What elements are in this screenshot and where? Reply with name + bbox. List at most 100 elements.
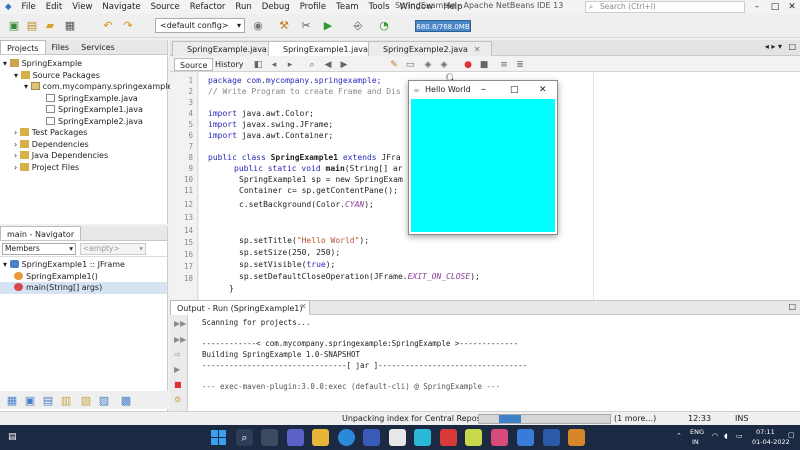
close-icon[interactable]: ✕ [474, 45, 481, 54]
inner-classes-icon[interactable]: ▧ [78, 393, 94, 409]
tree-item-java-dependencies[interactable]: › Java Dependencies [0, 150, 167, 162]
hello-world-titlebar[interactable]: ☕ Hello World – □ ✕ [409, 81, 557, 99]
clean-build-icon[interactable]: ✂ [298, 18, 314, 34]
lock-icon[interactable]: ▥ [58, 393, 74, 409]
sort-icon[interactable]: ▨ [96, 393, 112, 409]
maximize-output-icon[interactable]: □ [788, 302, 796, 311]
menu-debug[interactable]: Debug [257, 2, 295, 12]
history-view-button[interactable]: History [210, 58, 248, 71]
menu-refactor[interactable]: Refactor [185, 2, 231, 12]
members-filter[interactable]: Members ▾ [2, 243, 76, 255]
minimize-button[interactable]: – [748, 0, 766, 14]
search-input[interactable]: ⌕ Search (Ctrl+I) [585, 1, 745, 13]
last-edit-icon[interactable]: ◧ [250, 57, 266, 73]
show-hidden-icons[interactable]: ⌃ [676, 432, 682, 440]
open-project-icon[interactable]: ▰ [42, 18, 58, 34]
mcafee-icon[interactable] [440, 429, 457, 446]
maximize-button[interactable]: □ [510, 81, 519, 99]
search-icon[interactable]: ⌕ [236, 429, 253, 446]
collapse-icon[interactable]: › [14, 163, 17, 172]
rect-select-icon[interactable]: ▭ [402, 57, 418, 73]
tab-output-run[interactable]: Output - Run (SpringExample1) [170, 300, 310, 315]
filter-icon[interactable]: ▦ [4, 393, 20, 409]
close-button[interactable]: ✕ [783, 0, 800, 14]
clock-time[interactable]: 07:11 [756, 428, 775, 436]
rerun-goals-icon[interactable]: ▶▶ [174, 335, 186, 344]
task-view-icon[interactable] [261, 429, 278, 446]
tree-item-package[interactable]: ▾ com.mycompany.springexample [0, 81, 172, 93]
fields-icon[interactable]: ▣ [22, 393, 38, 409]
maximize-button[interactable]: □ [766, 0, 784, 14]
stop-macro-icon[interactable]: ■ [476, 57, 492, 73]
nav-item-main[interactable]: main(String[] args) [0, 282, 167, 294]
notification-icon[interactable]: ▢ [788, 431, 795, 439]
chrome-icon[interactable] [389, 429, 406, 446]
find-prev-icon[interactable]: ◀ [320, 57, 336, 73]
tab-projects[interactable]: Projects [0, 40, 46, 54]
next-bookmark-icon[interactable]: ◈ [436, 57, 452, 73]
menu-edit[interactable]: Edit [41, 2, 67, 12]
close-button[interactable]: ✕ [539, 81, 547, 99]
app-cube-icon[interactable] [465, 429, 482, 446]
tab-services[interactable]: Services [75, 40, 121, 54]
menu-source[interactable]: Source [146, 2, 185, 12]
next-error-icon[interactable]: ⇨ [174, 350, 184, 359]
tree-item-springexample2-java[interactable]: SpringExample2.java [0, 116, 167, 128]
store-icon[interactable] [363, 429, 380, 446]
nav-item-constructor[interactable]: SpringExample1() [0, 271, 167, 283]
static-icon[interactable]: ▤ [40, 393, 56, 409]
undo-icon[interactable]: ↶ [100, 18, 116, 34]
menu-view[interactable]: View [67, 2, 97, 12]
tab-files[interactable]: Files [46, 40, 76, 54]
menu-file[interactable]: File [17, 2, 41, 12]
menu-run[interactable]: Run [230, 2, 256, 12]
language-indicator[interactable]: ENG [690, 428, 704, 436]
redo-icon[interactable]: ↷ [120, 18, 136, 34]
speaker-icon[interactable]: ◖ [724, 432, 728, 440]
menu-tools[interactable]: Tools [364, 2, 395, 12]
tree-item-test-packages[interactable]: › Test Packages [0, 127, 167, 139]
debug-icon[interactable]: ⎆ [350, 18, 366, 34]
tree-item-dependencies[interactable]: › Dependencies [0, 139, 167, 151]
status-more[interactable]: (1 more...) [614, 413, 656, 425]
tab-list-icon[interactable]: ◂ ▸ ▾ [765, 42, 782, 51]
menu-navigate[interactable]: Navigate [97, 2, 145, 12]
collapse-icon[interactable]: › [14, 128, 17, 137]
profile-icon[interactable]: ◔ [376, 18, 392, 34]
source-view-button[interactable]: Source [174, 58, 214, 71]
steps-icon[interactable]: ▶ [174, 365, 184, 374]
tree-item-springexample-java[interactable]: SpringExample.java [0, 93, 167, 105]
wifi-icon[interactable]: ◠ [712, 432, 718, 440]
new-file-icon[interactable]: ▣ [6, 18, 22, 34]
maximize-editor-icon[interactable]: □ [788, 42, 796, 51]
find-next-icon[interactable]: ▶ [336, 57, 352, 73]
hello-world-window[interactable]: ☕ Hello World – □ ✕ [408, 80, 558, 235]
save-all-icon[interactable]: ▦ [62, 18, 78, 34]
word-icon[interactable] [517, 429, 534, 446]
back-icon[interactable]: ◂ [266, 57, 282, 73]
collapse-icon[interactable]: › [14, 151, 17, 160]
new-project-icon[interactable]: ▤ [24, 18, 40, 34]
edge-icon[interactable] [338, 429, 355, 446]
tree-item-project-files[interactable]: › Project Files [0, 162, 167, 174]
tree-item-springexample[interactable]: ▾ SpringExample [0, 58, 167, 70]
output-console[interactable]: Scanning for projects... ------------< c… [188, 315, 800, 411]
nav-item-class[interactable]: ▾ SpringExample1 :: JFrame [0, 259, 167, 271]
comment-icon[interactable]: ≡ [496, 57, 512, 73]
tree-item-springexample1-java[interactable]: SpringExample1.java [0, 104, 167, 116]
app-pink-icon[interactable] [491, 429, 508, 446]
java-icon[interactable] [568, 429, 585, 446]
forward-icon[interactable]: ▸ [282, 57, 298, 73]
menu-profile[interactable]: Profile [295, 2, 331, 12]
find-icon[interactable]: ⌕ [304, 57, 320, 73]
start-icon[interactable] [210, 429, 227, 446]
collapse-icon[interactable]: › [14, 140, 17, 149]
tab-navigator[interactable]: main - Navigator [0, 226, 82, 240]
stop-icon[interactable]: ■ [174, 380, 184, 389]
clock-date[interactable]: 01-04-2022 [752, 438, 790, 446]
record-macro-icon[interactable]: ● [460, 57, 476, 73]
teams-icon[interactable] [287, 429, 304, 446]
target-icon[interactable]: ◉ [250, 18, 266, 34]
config-select[interactable]: <default config> ▾ [155, 18, 245, 33]
close-icon[interactable]: ✕ [300, 302, 307, 311]
